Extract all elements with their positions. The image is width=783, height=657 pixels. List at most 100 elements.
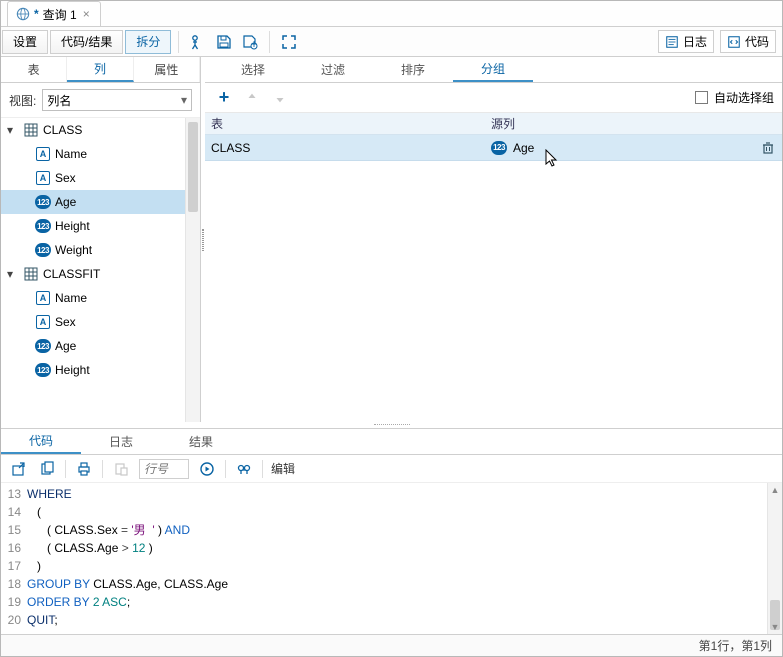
query-panel: 选择 过滤 排序 分组 + 自动选择组 表 源列 CLASS123Age (205, 57, 782, 422)
left-panel: 表 列 属性 视图: 列名 ▾ ▾CLASSANameASex123Age123… (1, 57, 201, 422)
editor-scrollbar[interactable]: ▲ ▼ (767, 483, 782, 634)
tree-column[interactable]: ASex (1, 166, 200, 190)
view-label: 视图: (9, 92, 36, 109)
line-number: 16 (1, 539, 27, 557)
save-icon[interactable] (211, 29, 237, 55)
numeric-type-icon: 123 (35, 195, 51, 209)
tab-results[interactable]: 结果 (161, 429, 241, 454)
copy-icon[interactable] (37, 459, 57, 479)
add-group-icon[interactable]: + (213, 87, 235, 109)
tab-property[interactable]: 属性 (134, 57, 200, 82)
log-toggle-label: 日志 (683, 33, 707, 50)
settings-button[interactable]: 设置 (2, 30, 48, 54)
editor-line: 16 ( CLASS.Age > 12 ) (1, 539, 782, 557)
main-toolbar: 设置 代码/结果 拆分 + 日志 代码 (1, 27, 782, 57)
split-button[interactable]: 拆分 (125, 30, 171, 54)
tree-column[interactable]: 123 Height (1, 358, 200, 382)
scroll-down-icon[interactable]: ▼ (768, 620, 782, 634)
query-subtabs: 选择 过滤 排序 分组 (205, 57, 782, 83)
save-as-icon[interactable]: + (237, 29, 263, 55)
log-toggle-button[interactable]: 日志 (658, 30, 714, 53)
close-icon[interactable]: × (81, 7, 92, 21)
auto-select-group-checkbox[interactable]: 自动选择组 (695, 89, 774, 106)
status-bar: 第1行，第1列 (1, 634, 782, 656)
export-icon[interactable] (9, 459, 29, 479)
line-number: 18 (1, 575, 27, 593)
run-icon[interactable] (185, 29, 211, 55)
tab-log[interactable]: 日志 (81, 429, 161, 454)
tab-code[interactable]: 代码 (1, 429, 81, 454)
char-type-icon: A (36, 291, 50, 305)
code-icon (727, 35, 741, 49)
tree-group[interactable]: ▾ CLASS (1, 118, 200, 142)
tree-group-label: CLASS (43, 123, 82, 137)
auto-select-group-label: 自动选择组 (714, 89, 774, 106)
tree-column[interactable]: A Name (1, 286, 200, 310)
header-table: 表 (205, 113, 485, 134)
char-type-icon: A (36, 315, 50, 329)
tab-select[interactable]: 选择 (213, 57, 293, 82)
move-up-icon (241, 87, 263, 109)
expand-arrow-icon: ▾ (7, 123, 19, 137)
line-number: 14 (1, 503, 27, 521)
expand-icon[interactable] (276, 29, 302, 55)
find-icon[interactable] (234, 459, 254, 479)
tree-group-label: CLASSFIT (43, 267, 100, 281)
code-results-button[interactable]: 代码/结果 (50, 30, 123, 54)
code-toggle-button[interactable]: 代码 (720, 30, 776, 53)
code-editor[interactable]: 13WHERE14 (15 ( CLASS.Sex = '男 ' ) AND16… (1, 483, 782, 634)
tree-group[interactable]: ▾ CLASSFIT (1, 262, 200, 286)
tree-column[interactable]: 123Age (1, 190, 200, 214)
editor-line: 18GROUP BY CLASS.Age, CLASS.Age (1, 575, 782, 593)
line-number: 15 (1, 521, 27, 539)
tree-column[interactable]: A Name (1, 142, 200, 166)
tree-scrollbar[interactable] (185, 118, 200, 422)
code-toggle-label: 代码 (745, 33, 769, 50)
edit-button[interactable]: 编辑 (271, 460, 295, 477)
tab-filter[interactable]: 过滤 (293, 57, 373, 82)
delete-row-icon[interactable] (754, 141, 782, 155)
tree-column-label: Sex (55, 171, 76, 185)
view-combo[interactable]: 列名 ▾ (42, 89, 192, 111)
tree-column-label: Sex (55, 315, 76, 329)
chevron-down-icon: ▾ (181, 93, 187, 107)
editor-line: 19ORDER BY 2 ASC; (1, 593, 782, 611)
editor-line: 15 ( CLASS.Sex = '男 ' ) AND (1, 521, 782, 539)
group-row[interactable]: CLASS123Age (205, 135, 782, 161)
tree-column[interactable]: 123Weight (1, 238, 200, 262)
table-icon (23, 122, 39, 138)
tab-group[interactable]: 分组 (453, 57, 533, 82)
tab-column[interactable]: 列 (67, 57, 133, 82)
document-tab-query1[interactable]: * 查询 1 × (7, 1, 101, 26)
line-number: 19 (1, 593, 27, 611)
group-table: 表 源列 CLASS123Age (205, 113, 782, 422)
tab-table[interactable]: 表 (1, 57, 67, 82)
numeric-type-icon: 123 (35, 363, 51, 377)
scrollbar-thumb[interactable] (188, 122, 198, 212)
goto-line-input[interactable] (139, 459, 189, 479)
numeric-type-icon: 123 (35, 219, 51, 233)
paste-icon (111, 459, 131, 479)
tree-column-label: Name (55, 291, 87, 305)
expand-arrow-icon: ▾ (7, 267, 19, 281)
tree-column-label: Height (55, 363, 90, 377)
toolbar-divider (269, 31, 270, 53)
scroll-up-icon[interactable]: ▲ (768, 483, 782, 497)
view-selector-row: 视图: 列名 ▾ (1, 83, 200, 117)
line-number: 20 (1, 611, 27, 629)
svg-text:+: + (251, 37, 258, 50)
char-type-icon: A (36, 147, 50, 161)
numeric-type-icon: 123 (35, 339, 51, 353)
tree-column[interactable]: A Sex (1, 310, 200, 334)
left-tabs: 表 列 属性 (1, 57, 200, 83)
tree-column[interactable]: 123Age (1, 334, 200, 358)
tree-column-label: Name (55, 147, 87, 161)
run-code-icon[interactable] (197, 459, 217, 479)
editor-line: 14 ( (1, 503, 782, 521)
print-icon[interactable] (74, 459, 94, 479)
cursor-position: 第1行，第1列 (699, 637, 772, 654)
group-table-header: 表 源列 (205, 113, 782, 135)
tab-sort[interactable]: 排序 (373, 57, 453, 82)
tree-column[interactable]: 123Height (1, 214, 200, 238)
globe-icon (16, 7, 30, 21)
